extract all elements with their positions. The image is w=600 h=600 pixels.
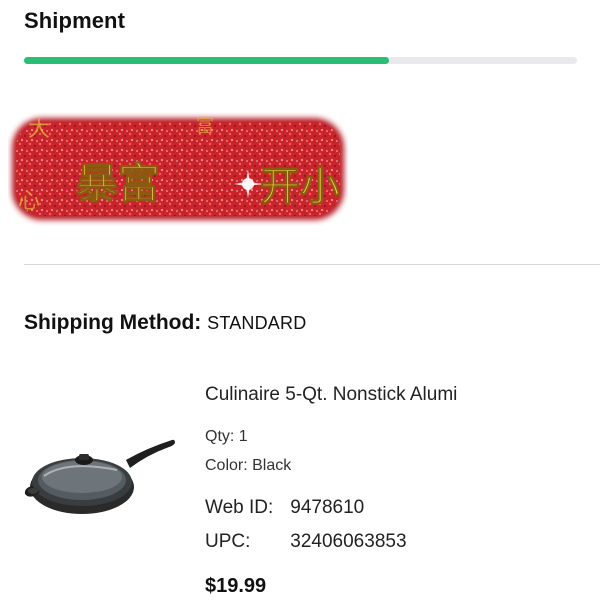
web-id-label: Web ID: [205,497,274,518]
shipping-method-label: Shipping Method: [24,311,202,334]
banner-partial-glyph: 大 [28,117,50,142]
shipping-method-row: Shipping Method: STANDARD [24,311,306,335]
shipment-progress-fill [24,57,389,64]
web-id-value: 9478610 [290,497,365,518]
upc-row: UPC: 32406063853 [205,531,407,553]
upc-label: UPC: [205,531,251,552]
product-image[interactable] [22,430,177,520]
banner-partial-glyph: 富 [196,116,214,137]
banner-text-left: 暴富 [76,159,160,208]
shipment-heading: Shipment [24,8,126,33]
glitter-banner-image: 大 富 心 暴富 开小 [12,116,344,220]
frying-pan-icon [24,439,175,514]
shipment-progress-bar [24,57,577,64]
banner-text-right: 开小 [260,164,340,210]
product-color: Color: Black [205,457,292,474]
decorative-sticker-banner: 大 富 心 暴富 开小 [8,112,348,226]
banner-partial-glyph: 心 [18,189,40,214]
product-name-link[interactable]: Culinaire 5-Qt. Nonstick Alumi [205,384,600,406]
product-price: $19.99 [205,575,267,597]
upc-value: 32406063853 [290,531,407,552]
web-id-row: Web ID: 9478610 [205,497,364,519]
section-divider [24,264,600,265]
shipping-method-value: STANDARD [207,313,307,333]
product-quantity: Qty: 1 [205,428,248,445]
